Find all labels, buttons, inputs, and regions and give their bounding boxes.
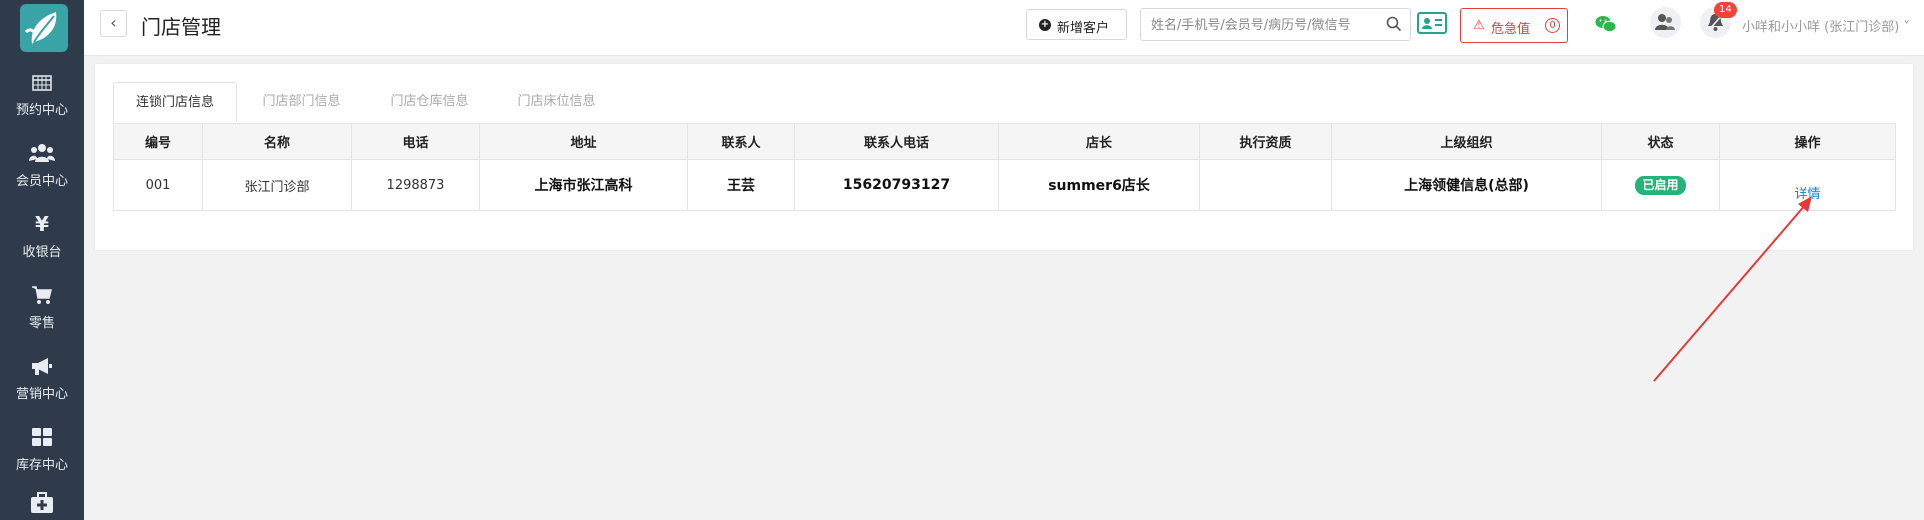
annotation-arrow xyxy=(1653,196,1812,382)
column-header: 电话 xyxy=(351,123,480,160)
column-header: 联系人 xyxy=(687,123,795,160)
column-header: 执行资质 xyxy=(1199,123,1332,160)
sidebar-item-label: 收银台 xyxy=(22,245,62,260)
sidebar-item-label: 零售 xyxy=(28,316,55,331)
column-header: 状态 xyxy=(1601,123,1720,160)
cell-phone: 1298873 xyxy=(351,159,480,211)
team-icon[interactable] xyxy=(1650,7,1681,38)
user-name-label: 小咩和小小咩 (张江门诊部) xyxy=(1742,20,1900,35)
yen-icon: ¥ xyxy=(35,212,49,236)
sidebar-item-members[interactable]: 会员中心 xyxy=(0,142,84,213)
sidebar-item-inventory[interactable]: 库存中心 xyxy=(0,426,84,497)
column-header: 店长 xyxy=(998,123,1200,160)
plus-circle-icon: + xyxy=(1039,19,1051,31)
cart-icon xyxy=(0,284,84,308)
column-header: 编号 xyxy=(113,123,203,160)
column-header: 上级组织 xyxy=(1331,123,1602,160)
column-header: 名称 xyxy=(202,123,352,160)
grid-icon xyxy=(0,426,84,450)
medkit-icon xyxy=(0,492,84,516)
column-header: 联系人电话 xyxy=(794,123,999,160)
tab-department-info[interactable]: 门店部门信息 xyxy=(237,82,366,122)
new-customer-label: 新增客户 xyxy=(1057,21,1110,36)
sidebar-item-label: 预约中心 xyxy=(15,103,68,118)
cell-contact-phone: 15620793127 xyxy=(794,159,999,211)
new-customer-button[interactable]: + 新增客户 xyxy=(1026,9,1127,40)
column-header: 操作 xyxy=(1719,123,1896,160)
sidebar-item-label: 营销中心 xyxy=(15,387,68,402)
sidebar-item-retail[interactable]: 零售 xyxy=(0,284,84,355)
column-header: 地址 xyxy=(479,123,688,160)
tab-bed-info[interactable]: 门店床位信息 xyxy=(493,82,620,122)
table-row: 001 张江门诊部 1298873 上海市张江高科 王芸 15620793127… xyxy=(113,159,1896,211)
warning-icon: ⚠ xyxy=(1473,18,1485,33)
danger-count: 0 xyxy=(1545,18,1560,33)
search-input[interactable] xyxy=(1151,15,1376,35)
chevron-down-icon: ˅ xyxy=(1903,20,1910,35)
sidebar-item-label: 库存中心 xyxy=(15,458,68,473)
sidebar-item-appointment[interactable]: 预约中心 xyxy=(0,71,84,142)
leaf-logo-icon[interactable] xyxy=(20,4,68,52)
cell-qualification xyxy=(1199,159,1332,211)
table-header-row: 编号 名称 电话 地址 联系人 联系人电话 店长 执行资质 上级组织 状态 操作 xyxy=(113,123,1896,160)
cell-address: 上海市张江高科 xyxy=(479,159,688,211)
notification-badge: 14 xyxy=(1714,2,1737,18)
sidebar: 预约中心 会员中心 ¥ 收银台 零售 营销中心 库存中心 xyxy=(0,0,84,520)
cell-code: 001 xyxy=(113,159,203,211)
top-bar: ‹ 门店管理 + 新增客户 ⚠ 危急值 0 14 小咩和小小咩 (张江门诊部) … xyxy=(84,0,1924,56)
store-table: 编号 名称 电话 地址 联系人 联系人电话 店长 执行资质 上级组织 状态 操作… xyxy=(113,123,1896,211)
danger-value-button[interactable]: ⚠ 危急值 0 xyxy=(1460,8,1568,43)
sidebar-item-medical[interactable] xyxy=(0,492,84,520)
sidebar-item-cashier[interactable]: ¥ 收银台 xyxy=(0,213,84,284)
danger-label: 危急值 xyxy=(1491,22,1531,37)
id-card-icon[interactable] xyxy=(1417,11,1448,35)
users-icon xyxy=(0,142,84,166)
back-button[interactable]: ‹ xyxy=(100,10,127,37)
megaphone-icon xyxy=(0,355,84,379)
sidebar-item-label: 会员中心 xyxy=(15,174,68,189)
cell-manager: summer6店长 xyxy=(998,159,1200,211)
cell-name: 张江门诊部 xyxy=(202,159,352,211)
tab-chain-store-info[interactable]: 连锁门店信息 xyxy=(113,82,237,122)
cell-contact: 王芸 xyxy=(687,159,795,211)
page-title: 门店管理 xyxy=(141,15,221,39)
cell-parent-org: 上海领健信息(总部) xyxy=(1331,159,1602,211)
calendar-grid-icon xyxy=(0,71,84,95)
sidebar-item-marketing[interactable]: 营销中心 xyxy=(0,355,84,426)
user-menu[interactable]: 小咩和小小咩 (张江门诊部) ˅ xyxy=(1742,16,1910,35)
search-box xyxy=(1140,8,1411,41)
search-icon[interactable] xyxy=(1386,16,1402,36)
tab-warehouse-info[interactable]: 门店仓库信息 xyxy=(366,82,493,122)
wechat-icon[interactable] xyxy=(1595,15,1617,37)
